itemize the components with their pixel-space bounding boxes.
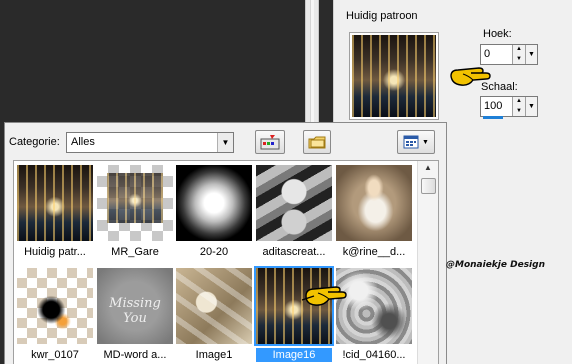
signature-artwork: Missing You <box>109 296 161 326</box>
pattern-caption: kwr_0107 <box>31 349 79 361</box>
pattern-thumbnail <box>176 268 252 344</box>
pointing-hand-icon <box>301 286 347 306</box>
pattern-thumbnail <box>176 165 252 241</box>
pattern-caption: Huidig patr... <box>24 246 86 258</box>
angle-spin-arrows[interactable]: ▲ ▼ <box>512 45 525 64</box>
open-folder-button[interactable] <box>303 130 331 154</box>
spin-down-icon[interactable]: ▼ <box>513 107 525 117</box>
scale-spinner[interactable]: 100 ▲ ▼ ▼ <box>480 96 538 117</box>
preview-image <box>352 35 436 117</box>
current-pattern-preview[interactable] <box>349 32 439 120</box>
category-value[interactable]: Alles <box>67 133 217 152</box>
scale-slider-indicator[interactable] <box>483 116 503 119</box>
angle-label: Hoek: <box>483 28 512 40</box>
pattern-caption: 20-20 <box>199 246 229 258</box>
resource-manager-icon <box>260 135 280 150</box>
pattern-tile[interactable]: 20-20 <box>176 165 252 259</box>
dark-backdrop <box>0 0 305 122</box>
pattern-thumbnail <box>256 165 332 241</box>
pattern-tile[interactable]: k@rine__d... <box>336 165 412 259</box>
category-label: Categorie: <box>9 136 60 148</box>
pattern-tile[interactable]: kwr_0107 <box>17 268 93 362</box>
pattern-caption: MR_Gare <box>111 246 159 258</box>
spin-up-icon[interactable]: ▲ <box>513 45 525 55</box>
spin-up-icon[interactable]: ▲ <box>513 97 525 107</box>
pattern-caption: !cid_04160... <box>342 349 406 361</box>
pattern-tile[interactable]: MR_Gare <box>97 165 173 259</box>
chevron-down-icon[interactable]: ▼ <box>217 133 233 152</box>
spin-down-icon[interactable]: ▼ <box>513 55 525 65</box>
bridge-overlay <box>107 173 163 223</box>
pattern-caption: aditascreat... <box>262 246 326 258</box>
scale-spin-arrows[interactable]: ▲ ▼ <box>512 97 525 116</box>
scrollbar-thumb[interactable] <box>421 178 436 194</box>
grid-view-icon <box>403 135 419 149</box>
pattern-caption: MD-word a... <box>103 349 167 361</box>
view-options-button[interactable]: ▼ <box>397 130 435 154</box>
pattern-caption: Image1 <box>195 349 233 361</box>
pattern-tile[interactable]: aditascreat... <box>256 165 332 259</box>
gallery-scrollbar[interactable]: ▲ <box>417 161 438 364</box>
chevron-down-icon: ▼ <box>422 138 429 146</box>
pattern-thumbnail: Missing You <box>97 268 173 344</box>
scroll-up-icon[interactable]: ▲ <box>421 163 435 175</box>
pattern-tile[interactable]: Image1 <box>176 268 252 362</box>
pointing-hand-icon <box>450 67 491 86</box>
pattern-tile[interactable]: Missing You MD-word a... <box>97 268 173 362</box>
pattern-thumbnail <box>17 165 93 241</box>
scale-value[interactable]: 100 <box>481 97 512 116</box>
scale-dropdown-icon[interactable]: ▼ <box>525 97 537 116</box>
folder-icon <box>308 136 326 148</box>
pattern-thumbnail <box>97 165 173 241</box>
watermark: @Monaiekje Design <box>446 260 545 270</box>
manage-resources-button[interactable] <box>255 130 285 154</box>
divider-rail-inner <box>310 0 314 122</box>
pattern-caption: Image16 <box>256 348 332 362</box>
pattern-tile[interactable]: Huidig patr... <box>17 165 93 259</box>
current-pattern-title: Huidig patroon <box>346 10 418 22</box>
pattern-thumbnail <box>17 268 93 344</box>
category-select[interactable]: Alles ▼ <box>66 132 234 153</box>
angle-dropdown-icon[interactable]: ▼ <box>525 45 537 64</box>
pattern-thumbnail <box>336 165 412 241</box>
pattern-caption: k@rine__d... <box>342 246 406 258</box>
